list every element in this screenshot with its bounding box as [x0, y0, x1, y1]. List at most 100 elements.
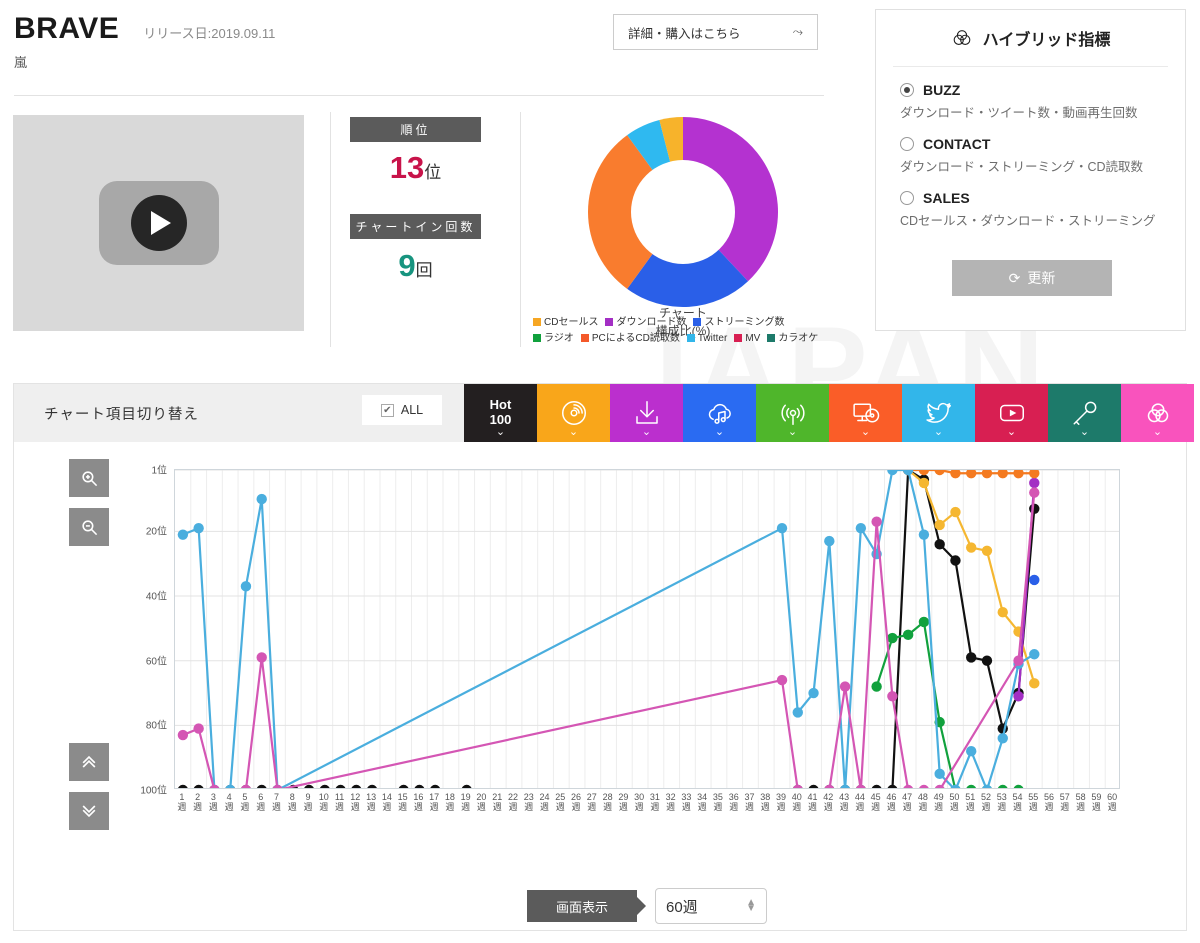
all-checkbox[interactable]: ✔ ALL — [362, 395, 442, 425]
tab-pccd[interactable]: ⌄ — [829, 384, 902, 442]
data-point[interactable] — [776, 674, 788, 686]
display-range-stepper[interactable]: 60週 ▲ ▼ — [655, 888, 767, 924]
data-point[interactable] — [950, 469, 961, 479]
data-point[interactable] — [430, 784, 440, 789]
data-point[interactable] — [918, 469, 930, 476]
data-point[interactable] — [1013, 655, 1024, 666]
data-point[interactable] — [1013, 784, 1024, 789]
data-point[interactable] — [1029, 469, 1040, 479]
data-point[interactable] — [193, 522, 204, 534]
data-point[interactable] — [887, 784, 898, 789]
data-point[interactable] — [824, 784, 835, 789]
tab-radio[interactable]: ⌄ — [756, 384, 829, 442]
data-point[interactable] — [918, 616, 930, 628]
data-point[interactable] — [241, 784, 251, 789]
data-point[interactable] — [776, 522, 788, 534]
data-point[interactable] — [319, 784, 330, 789]
chevron-down-icon[interactable]: ⌄ — [569, 427, 578, 438]
data-point[interactable] — [367, 784, 377, 789]
data-point[interactable] — [950, 555, 961, 566]
data-point[interactable] — [177, 529, 189, 540]
data-point[interactable] — [997, 784, 1008, 789]
update-button[interactable]: ⟳ 更新 — [952, 260, 1112, 296]
data-point[interactable] — [351, 784, 362, 789]
data-point[interactable] — [1029, 487, 1040, 498]
data-point[interactable] — [934, 768, 945, 780]
data-point[interactable] — [966, 652, 977, 663]
data-point[interactable] — [209, 784, 220, 789]
data-point[interactable] — [918, 477, 930, 489]
hybrid-option-contact[interactable]: CONTACT — [900, 136, 1185, 152]
data-point[interactable] — [966, 784, 977, 789]
data-point[interactable] — [887, 691, 898, 702]
data-point[interactable] — [808, 687, 819, 699]
chevron-down-icon[interactable]: ⌄ — [1007, 427, 1016, 438]
hybrid-option-sales[interactable]: SALES — [900, 190, 1185, 206]
data-point[interactable] — [1029, 477, 1040, 489]
data-point[interactable] — [1029, 503, 1040, 514]
data-point[interactable] — [792, 707, 803, 718]
tab-streaming[interactable]: ⌄ — [683, 384, 756, 442]
chevron-down-icon[interactable]: ⌄ — [788, 427, 797, 438]
data-point[interactable] — [919, 784, 929, 789]
data-point[interactable] — [1013, 691, 1024, 702]
tab-hybrid[interactable]: ⌄ — [1121, 384, 1194, 442]
chevron-down-icon[interactable]: ⌄ — [642, 427, 651, 438]
data-point[interactable] — [193, 723, 204, 734]
data-point[interactable] — [966, 469, 977, 479]
data-point[interactable] — [461, 784, 472, 789]
data-point[interactable] — [792, 784, 803, 789]
data-point[interactable] — [997, 733, 1008, 744]
data-point[interactable] — [981, 545, 993, 557]
data-point[interactable] — [225, 784, 235, 789]
zoom-out-button[interactable] — [69, 508, 109, 546]
data-point[interactable] — [856, 784, 866, 789]
scroll-up-button[interactable] — [69, 743, 109, 781]
data-point[interactable] — [918, 529, 930, 540]
radio-button[interactable] — [900, 83, 914, 97]
tab-cdsales[interactable]: ⌄ — [537, 384, 610, 442]
data-point[interactable] — [981, 655, 993, 666]
data-point[interactable] — [272, 784, 283, 789]
tab-karaoke[interactable]: ⌄ — [1048, 384, 1121, 442]
zoom-in-button[interactable] — [69, 459, 109, 497]
data-point[interactable] — [934, 539, 945, 550]
data-point[interactable] — [981, 469, 993, 479]
scroll-down-button[interactable] — [69, 792, 109, 830]
data-point[interactable] — [256, 652, 267, 663]
data-point[interactable] — [193, 784, 204, 789]
data-point[interactable] — [256, 493, 267, 505]
data-point[interactable] — [304, 784, 314, 789]
data-point[interactable] — [982, 784, 992, 789]
tab-hot100[interactable]: Hot 100 ⌄ — [464, 384, 537, 442]
data-point[interactable] — [950, 506, 961, 518]
tab-download[interactable]: ⌄ — [610, 384, 683, 442]
data-point[interactable] — [871, 516, 882, 527]
data-point[interactable] — [177, 729, 189, 741]
data-point[interactable] — [1013, 469, 1024, 479]
stepper-arrows-icon[interactable]: ▲ ▼ — [746, 898, 756, 914]
data-point[interactable] — [1029, 649, 1040, 660]
data-point[interactable] — [966, 542, 977, 553]
data-point[interactable] — [1029, 574, 1040, 586]
video-thumbnail[interactable] — [13, 115, 304, 331]
data-point[interactable] — [934, 519, 945, 531]
data-point[interactable] — [808, 784, 819, 789]
data-point[interactable] — [840, 784, 850, 789]
data-point[interactable] — [414, 784, 425, 789]
data-point[interactable] — [824, 535, 835, 547]
chevron-down-icon[interactable]: ⌄ — [715, 427, 724, 438]
data-point[interactable] — [178, 784, 188, 789]
data-point[interactable] — [335, 784, 346, 789]
chevron-down-icon[interactable]: ⌄ — [1153, 427, 1162, 438]
data-point[interactable] — [997, 469, 1008, 479]
data-point[interactable] — [871, 681, 882, 692]
data-point[interactable] — [398, 784, 409, 789]
hybrid-option-buzz[interactable]: BUZZ — [900, 82, 1185, 98]
data-point[interactable] — [902, 629, 914, 641]
rank-line-chart[interactable]: 1位 20位 40位 60位 80位 100位 — [140, 466, 1120, 797]
data-point[interactable] — [240, 581, 252, 592]
chevron-down-icon[interactable]: ⌄ — [496, 427, 505, 438]
data-point[interactable] — [256, 784, 267, 789]
data-point[interactable] — [966, 746, 977, 757]
